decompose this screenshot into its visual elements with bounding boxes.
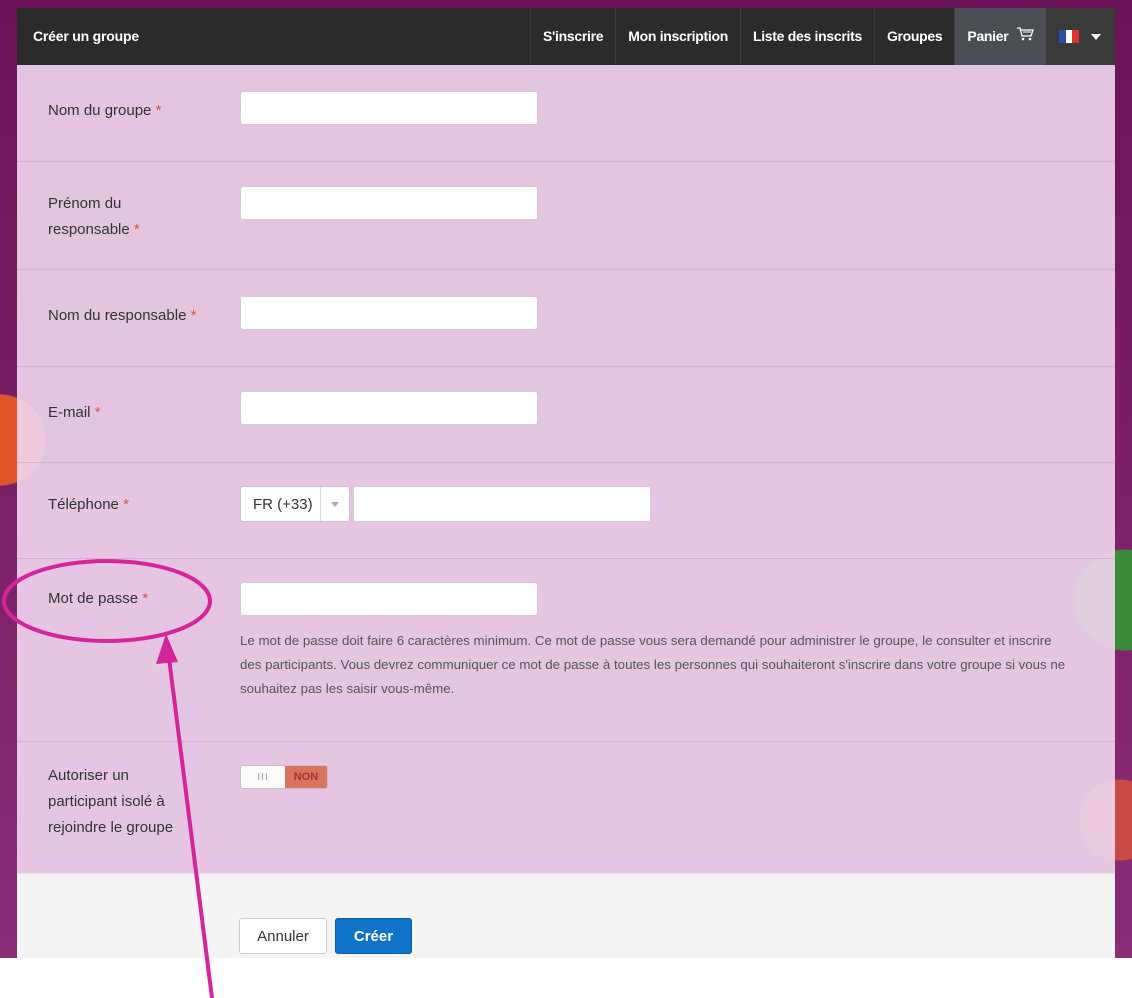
row-phone: Téléphone * FR (+33) (17, 462, 1115, 559)
page-bottom (0, 958, 1132, 998)
group-name-input[interactable] (240, 91, 538, 125)
nav-item-mon-inscription[interactable]: Mon inscription (615, 8, 740, 65)
page-title: Créer un groupe (33, 28, 139, 44)
toggle-state: NON (285, 766, 327, 788)
nav-item-panier[interactable]: Panier (954, 8, 1046, 65)
phone-country-select[interactable]: FR (+33) (240, 486, 350, 522)
phone-country-value: FR (+33) (253, 495, 313, 513)
manager-lastname-label: Nom du responsable * (48, 307, 197, 324)
language-selector[interactable] (1046, 8, 1115, 65)
row-manager-lastname: Nom du responsable * (17, 269, 1115, 367)
password-input[interactable] (240, 582, 538, 616)
form-panel: Créer un groupe S'inscrire Mon inscripti… (17, 8, 1115, 958)
phone-label: Téléphone * (48, 496, 129, 513)
email-label: E-mail * (48, 404, 101, 421)
row-group-name: Nom du groupe * (17, 65, 1115, 162)
row-password: Mot de passe * Le mot de passe doit fair… (17, 558, 1115, 742)
manager-firstname-label: Prénom du responsable * (48, 195, 140, 238)
row-manager-firstname: Prénom du responsable * (17, 161, 1115, 270)
nav-menu: S'inscrire Mon inscription Liste des ins… (529, 8, 1115, 65)
nav-item-sinscrire[interactable]: S'inscrire (529, 8, 615, 65)
create-button[interactable]: Créer (335, 918, 412, 954)
allow-isolated-label: Autoriser un participant isolé à rejoind… (48, 767, 174, 836)
cancel-button[interactable]: Annuler (239, 918, 327, 954)
manager-firstname-input[interactable] (240, 186, 538, 220)
nav-item-liste-inscrits[interactable]: Liste des inscrits (739, 8, 874, 65)
france-flag-icon (1059, 30, 1080, 43)
email-input[interactable] (240, 391, 538, 425)
row-email: E-mail * (17, 366, 1115, 463)
nav-item-panier-label: Panier (967, 28, 1009, 44)
row-allow-isolated: Autoriser un participant isolé à rejoind… (17, 741, 1115, 873)
manager-lastname-input[interactable] (240, 296, 538, 330)
password-help-text: Le mot de passe doit faire 6 caractères … (240, 633, 1066, 696)
form-actions: Annuler Créer (17, 873, 1115, 958)
caret-down-icon (1091, 33, 1101, 40)
phone-input[interactable] (353, 486, 651, 522)
password-label: Mot de passe * (48, 590, 149, 607)
toggle-handle: III (241, 766, 285, 788)
allow-isolated-toggle[interactable]: III NON (240, 765, 328, 789)
navbar: Créer un groupe S'inscrire Mon inscripti… (17, 8, 1115, 65)
chevron-down-icon (320, 487, 349, 521)
cart-icon (1016, 9, 1034, 66)
nav-item-groupes[interactable]: Groupes (873, 8, 954, 65)
group-name-label: Nom du groupe * (48, 102, 162, 119)
